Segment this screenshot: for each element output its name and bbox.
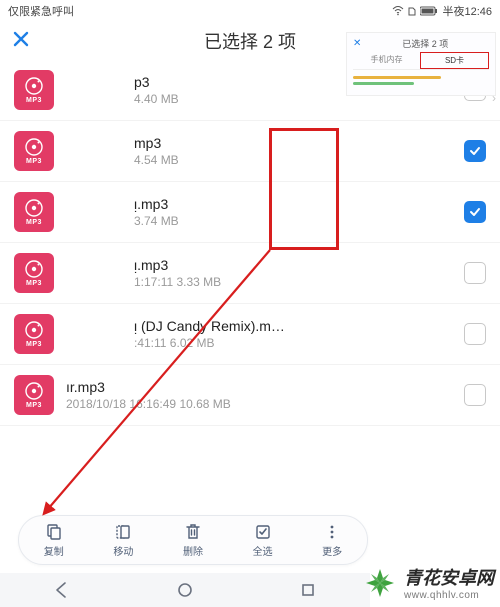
mp3-icon: MP3 [14, 192, 54, 232]
checkbox[interactable] [464, 140, 486, 162]
brand-logo-icon [362, 565, 398, 601]
android-nav [0, 573, 370, 607]
preview-title: 已选择 2 项 [361, 37, 489, 50]
move-icon [114, 523, 132, 541]
checkbox[interactable] [464, 201, 486, 223]
mp3-icon: MP3 [14, 314, 54, 354]
chevron-right-icon: › [492, 91, 496, 105]
list-item[interactable]: MP3 mp3 4.54 MB [0, 121, 500, 182]
file-sub: 3.74 MB [134, 214, 452, 228]
list-item[interactable]: MP3 ᴉ (DJ Candy Remix).m… :41:11 6.02 MB [0, 304, 500, 365]
brand-name: 青花安卓网 [404, 564, 494, 590]
list-item[interactable]: MP3ᴉ.mp3 3.74 MB [0, 182, 500, 243]
file-meta: mp3 4.54 MB [54, 135, 464, 167]
checkbox[interactable] [464, 262, 486, 284]
delete-label: 删除 [183, 543, 203, 558]
status-right: 半夜12:46 [392, 3, 492, 19]
file-meta: ır.mp3 2018/10/18 16:16:49 10.68 MB [54, 379, 464, 411]
battery-icon [420, 6, 438, 16]
inset-preview: ✕ 已选择 2 项 手机内存 SD卡 › [346, 32, 496, 96]
checkbox[interactable] [464, 384, 486, 406]
copy-label: 复制 [44, 543, 64, 558]
select-all-icon [254, 523, 272, 541]
preview-tab-sd: SD卡 [420, 52, 489, 69]
file-meta: ᴉ (DJ Candy Remix).m… :41:11 6.02 MB [54, 318, 464, 350]
more-button[interactable]: 更多 [322, 523, 342, 558]
action-toolbar: 复制 移动 删除 全选 更多 [18, 515, 368, 565]
list-item[interactable]: MP3 ᴉ.mp3 1:17:11 3.33 MB [0, 243, 500, 304]
file-name: ır.mp3 [66, 379, 452, 395]
nav-home-icon[interactable] [176, 581, 194, 599]
brand-url: www.qhhlv.com [404, 590, 494, 601]
wifi-icon [392, 6, 404, 16]
select-all-button[interactable]: 全选 [253, 523, 273, 558]
trash-icon [184, 523, 202, 541]
file-list: MP3p34.40 MBMP3mp34.54 MBMP3ᴉ.mp3 3.74 M… [0, 60, 500, 426]
sim-icon [408, 6, 416, 16]
copy-button[interactable]: 复制 [44, 523, 64, 558]
move-label: 移动 [113, 543, 133, 558]
list-item[interactable]: MP3 ır.mp3 2018/10/18 16:16:49 10.68 MB [0, 365, 500, 426]
select-all-label: 全选 [253, 543, 273, 558]
more-label: 更多 [322, 543, 342, 558]
status-bar: 仅限紧急呼叫 半夜12:46 [0, 0, 500, 22]
copy-icon [45, 523, 63, 541]
file-sub: :41:11 6.02 MB [134, 336, 452, 350]
mp3-icon: MP3 [14, 70, 54, 110]
file-meta: ᴉ.mp3 3.74 MB [54, 196, 464, 228]
file-sub: 4.54 MB [134, 153, 452, 167]
delete-button[interactable]: 删除 [183, 523, 203, 558]
watermark: 青花安卓网 www.qhhlv.com [362, 564, 494, 601]
file-name: ᴉ.mp3 [134, 257, 452, 273]
more-icon [323, 523, 341, 541]
mp3-icon: MP3 [14, 131, 54, 171]
move-button[interactable]: 移动 [113, 523, 133, 558]
preview-close-icon: ✕ [353, 38, 361, 49]
file-name: mp3 [134, 135, 452, 151]
file-sub: 1:17:11 3.33 MB [134, 275, 452, 289]
file-name: ᴉ (DJ Candy Remix).m… [134, 318, 452, 334]
nav-back-icon[interactable] [53, 581, 71, 599]
nav-recents-icon[interactable] [299, 581, 317, 599]
mp3-icon: MP3 [14, 253, 54, 293]
status-clock: 半夜12:46 [442, 3, 492, 19]
checkbox[interactable] [464, 323, 486, 345]
preview-bars [353, 76, 489, 85]
file-meta: ᴉ.mp3 1:17:11 3.33 MB [54, 257, 464, 289]
status-carrier: 仅限紧急呼叫 [8, 3, 74, 19]
file-name: ᴉ.mp3 [134, 196, 452, 212]
preview-tab-phone: 手机内存 [353, 52, 420, 69]
file-sub: 2018/10/18 16:16:49 10.68 MB [66, 397, 452, 411]
mp3-icon: MP3 [14, 375, 54, 415]
